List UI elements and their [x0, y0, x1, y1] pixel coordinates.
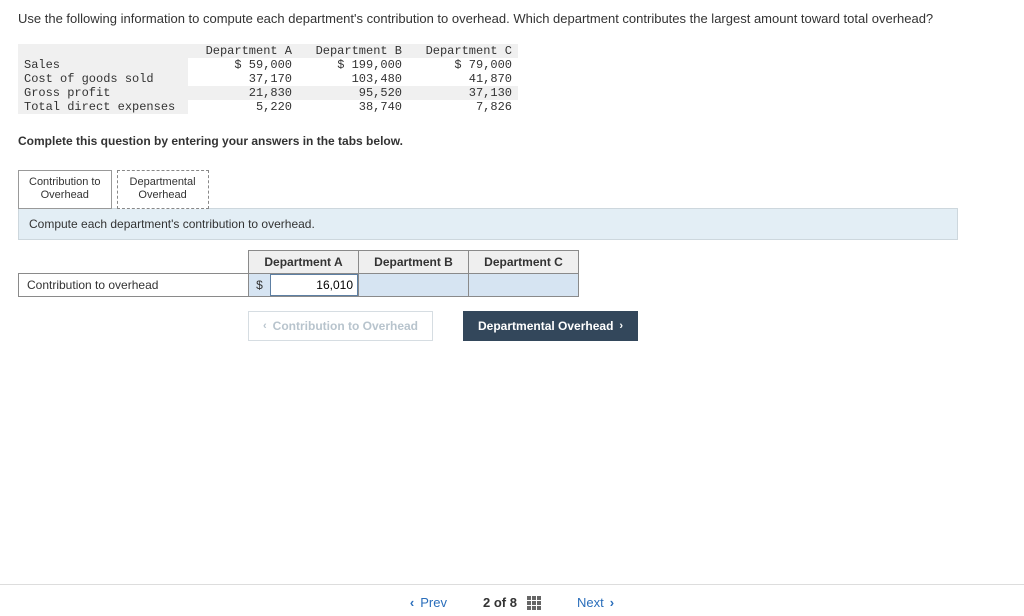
tab-label-line2: Overhead [29, 189, 101, 202]
prev-section-label: Contribution to Overhead [273, 319, 418, 333]
answer-cell-b[interactable] [359, 273, 469, 296]
row-cogs-label: Cost of goods sold [18, 72, 188, 86]
row-gp-a: 21,830 [188, 86, 298, 100]
col-header-c: Department C [408, 44, 518, 58]
row-cogs-b: 103,480 [298, 72, 408, 86]
row-tde-b: 38,740 [298, 100, 408, 114]
currency-symbol: $ [249, 275, 271, 295]
footer-prev-button[interactable]: ‹ Prev [410, 595, 447, 610]
footer-nav: ‹ Prev 2 of 8 Next › [0, 584, 1024, 610]
row-gp-b: 95,520 [298, 86, 408, 100]
answer-cell-c[interactable] [469, 273, 579, 296]
col-header-b: Department B [298, 44, 408, 58]
tab-label-line2: Overhead [128, 189, 198, 202]
row-tde-a: 5,220 [188, 100, 298, 114]
prev-section-button[interactable]: ‹ Contribution to Overhead [248, 311, 433, 341]
page-of: of [494, 595, 506, 610]
tab-contribution-overhead[interactable]: Contribution to Overhead [18, 170, 112, 208]
instruction-text: Complete this question by entering your … [18, 134, 1006, 148]
row-cogs-a: 37,170 [188, 72, 298, 86]
col-header-a: Department A [188, 44, 298, 58]
answer-col-b: Department B [359, 250, 469, 273]
answer-col-a: Department A [249, 250, 359, 273]
chevron-left-icon: ‹ [263, 320, 267, 332]
row-gp-label: Gross profit [18, 86, 188, 100]
answer-row-label: Contribution to overhead [19, 273, 249, 296]
question-text: Use the following information to compute… [18, 10, 978, 28]
row-sales-c: $ 79,000 [408, 58, 518, 72]
footer-prev-label: Prev [420, 595, 447, 610]
row-gp-c: 37,130 [408, 86, 518, 100]
tab-label-line1: Contribution to [29, 176, 101, 189]
row-sales-label: Sales [18, 58, 188, 72]
tab-label-line1: Departmental [128, 176, 198, 189]
page-current: 2 [483, 595, 490, 610]
row-sales-b: $ 199,000 [298, 58, 408, 72]
answer-cell-a[interactable]: $ [249, 273, 359, 296]
page-indicator: 2 of 8 [483, 595, 541, 610]
answer-col-c: Department C [469, 250, 579, 273]
footer-next-button[interactable]: Next › [577, 595, 614, 610]
chevron-right-icon: › [619, 320, 623, 332]
tab-departmental-overhead[interactable]: Departmental Overhead [117, 170, 209, 208]
chevron-right-icon: › [610, 595, 614, 610]
answer-input-a[interactable] [271, 275, 357, 295]
answer-table: Department A Department B Department C C… [18, 250, 579, 297]
row-tde-c: 7,826 [408, 100, 518, 114]
row-tde-label: Total direct expenses [18, 100, 188, 114]
chevron-left-icon: ‹ [410, 595, 414, 610]
next-section-button[interactable]: Departmental Overhead › [463, 311, 638, 341]
subprompt-text: Compute each department's contribution t… [18, 208, 958, 240]
data-table: Department A Department B Department C S… [18, 44, 518, 114]
row-cogs-c: 41,870 [408, 72, 518, 86]
row-sales-a: $ 59,000 [188, 58, 298, 72]
grid-icon[interactable] [527, 596, 541, 610]
tabs-row: Contribution to Overhead Departmental Ov… [18, 170, 1006, 208]
page-total: 8 [510, 595, 517, 610]
footer-next-label: Next [577, 595, 604, 610]
inner-nav: ‹ Contribution to Overhead Departmental … [248, 311, 1006, 341]
next-section-label: Departmental Overhead [478, 319, 613, 333]
